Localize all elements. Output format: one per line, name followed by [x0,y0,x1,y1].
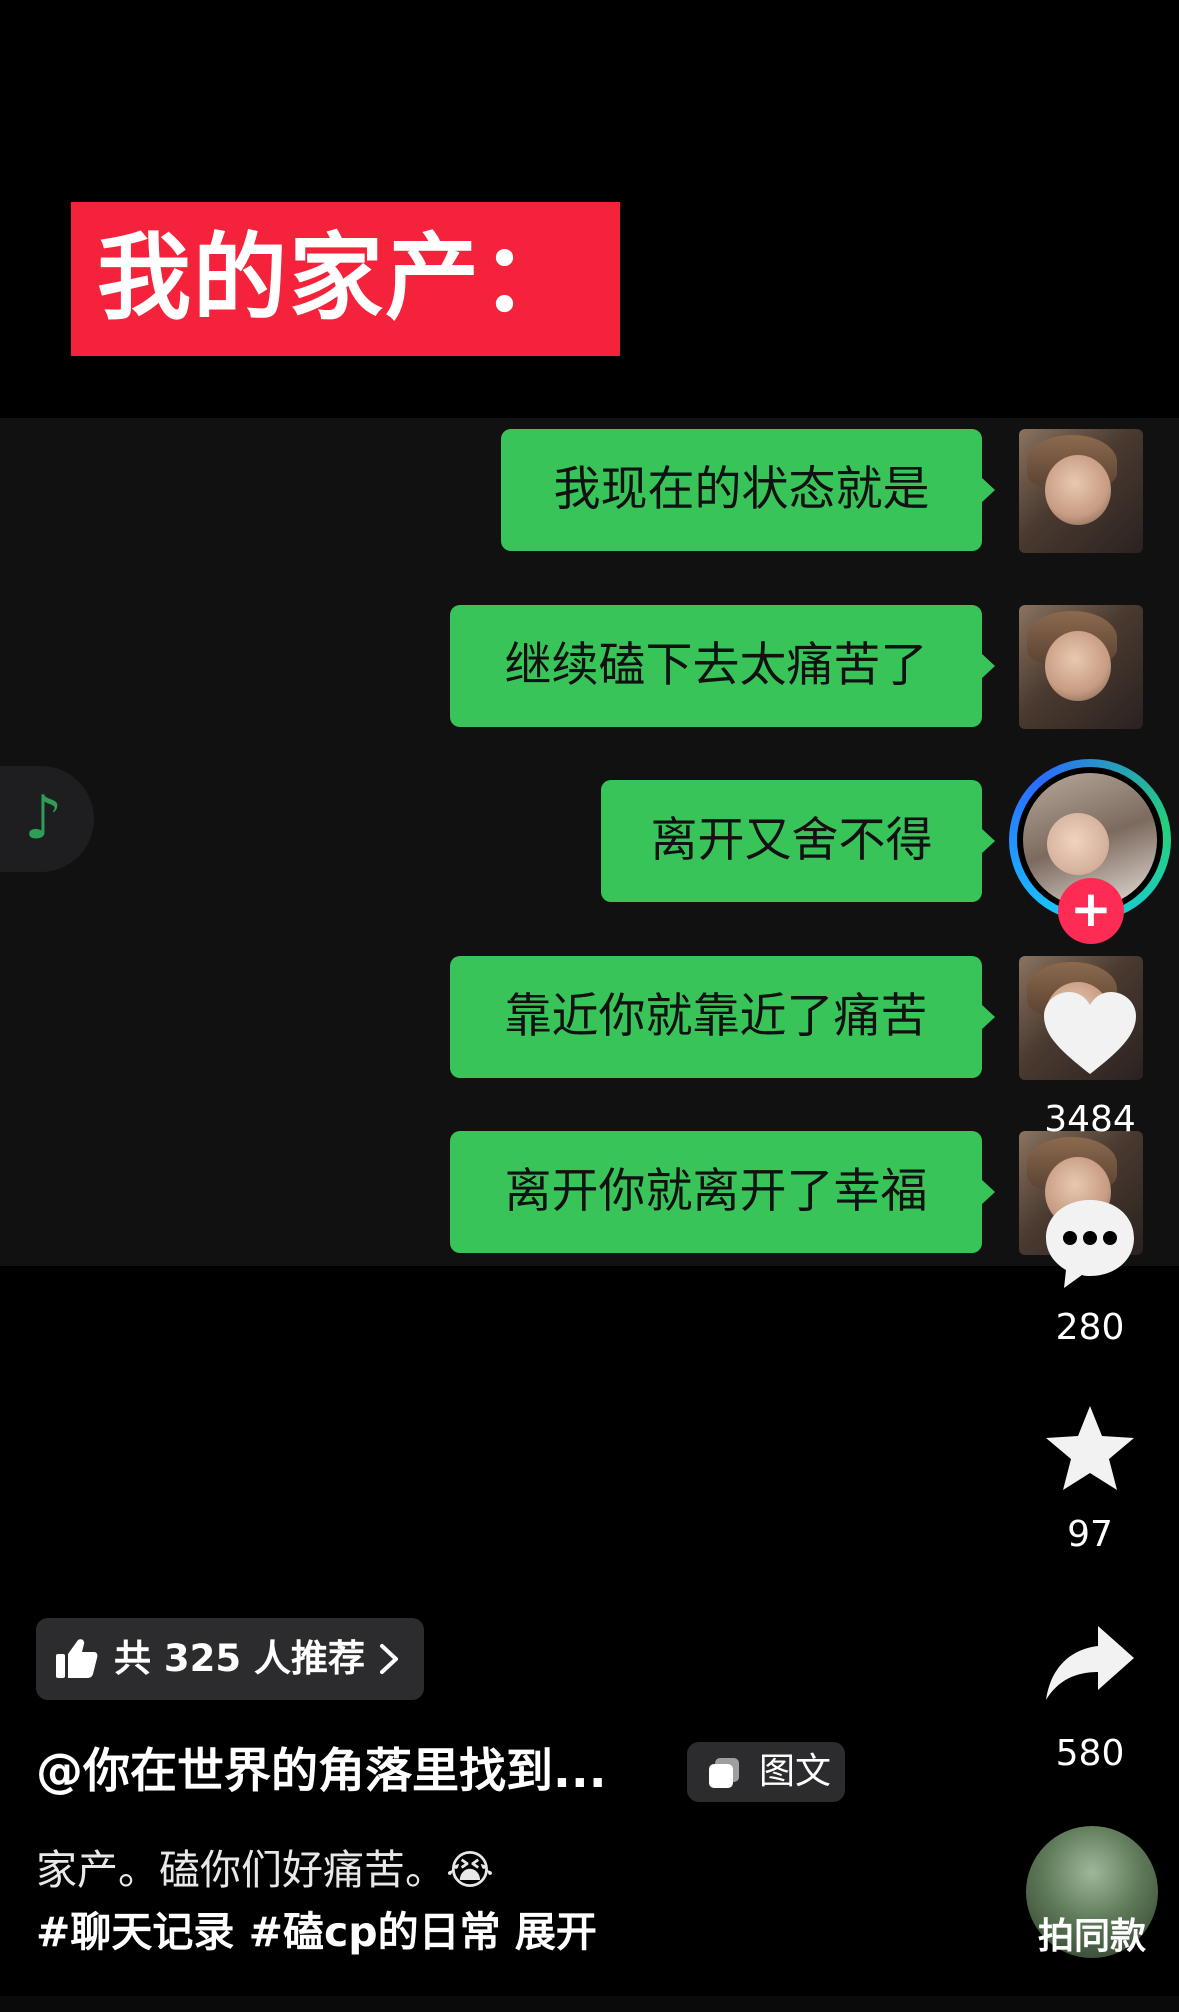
comment-icon[interactable] [1042,1196,1138,1296]
share-icon[interactable] [1042,1622,1138,1708]
caption-hashtags[interactable]: #聊天记录 #磕cp的日常 展开 [36,1904,597,1960]
chat-bubble: 离开又舍不得 [601,780,995,902]
chat-bubble: 离开你就离开了幸福 [450,1131,995,1253]
tuwen-badge: 图文 [687,1742,845,1802]
chat-bubble: 靠近你就靠近了痛苦 [450,956,995,1078]
like-count: 3484 [1044,1099,1136,1140]
title-banner: 我的家产： [71,202,620,356]
title-text: 我的家产： [97,224,578,333]
caption-text: 家产。磕你们好痛苦。😭 [36,1846,494,1894]
recommend-label: 共 325 人推荐 [114,1637,365,1680]
chevron-right-icon [378,1643,400,1679]
chat-avatar [1019,429,1143,553]
music-note-icon: ♪ [24,783,63,853]
share-count: 580 [1055,1733,1125,1774]
chat-bubble: 继续磕下去太痛苦了 [450,605,995,727]
image-stack-icon [707,1756,741,1794]
same-style-label[interactable]: 拍同款 [1022,1912,1162,1962]
comment-count: 280 [1055,1307,1125,1348]
chat-bubble: 我现在的状态就是 [501,429,995,551]
author-handle[interactable]: @你在世界的角落里找到... [36,1742,607,1802]
heart-icon[interactable] [1042,990,1138,1080]
follow-plus-button[interactable]: + [1058,878,1124,944]
bottom-bar [0,1996,1179,2012]
favorite-count: 97 [1067,1514,1113,1555]
chat-avatar [1019,605,1143,729]
recommend-button[interactable]: 共 325 人推荐 [36,1618,424,1700]
star-icon[interactable] [1042,1402,1138,1498]
tuwen-label: 图文 [759,1751,832,1792]
thumbs-up-icon [54,1636,98,1684]
